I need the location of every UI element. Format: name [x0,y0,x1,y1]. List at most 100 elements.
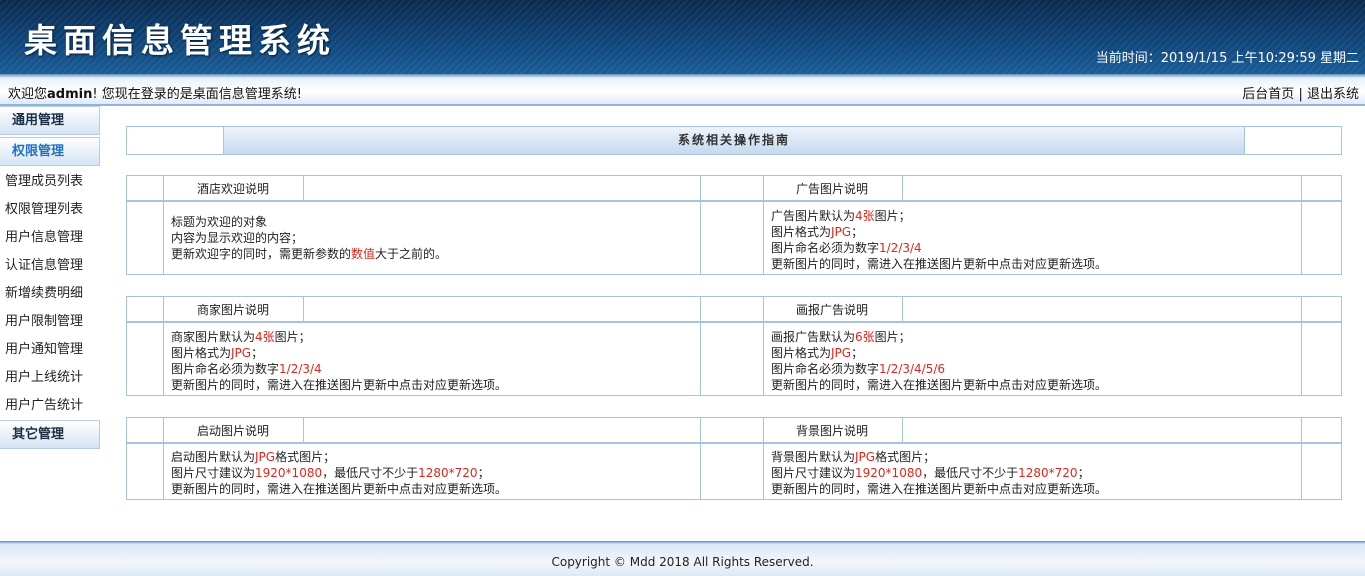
info-text: 格式图片； [275,450,336,464]
info-text: 图片命名必须为数字 [771,362,880,376]
info-line: 画报广告默认为6张图片； [771,329,1107,345]
info-line: 启动图片默认为JPG格式图片； [171,449,507,465]
sidebar-item-user-info[interactable]: 用户信息管理 [0,224,100,252]
sidebar-item-permission-list[interactable]: 权限管理列表 [0,196,100,224]
info-text: 更新图片的同时，需进入在推送图片更新中点击对应更新选项。 [171,378,508,392]
col-line [1301,176,1302,274]
sidebar: 通用管理 权限管理 管理成员列表 权限管理列表 用户信息管理 认证信息管理 新增… [0,106,100,451]
info-text: 图片尺寸建议为 [771,466,856,480]
info-line: 更新图片的同时，需进入在推送图片更新中点击对应更新选项。 [771,481,1107,497]
col-line [303,418,304,442]
logout-link[interactable]: 退出系统 [1307,87,1359,102]
header-banner: 桌面信息管理系统 当前时间：2019/1/15 上午10:29:59 星期二 [0,0,1365,74]
info-line: 内容为显示欢迎的内容； [171,230,447,246]
info-line: 图片格式为JPG； [771,224,1107,240]
block-body-left: 标题为欢迎的对象 内容为显示欢迎的内容； 更新欢迎字的同时，需更新参数的数值大于之前… [171,214,447,262]
info-line: 图片格式为JPG； [771,345,1107,361]
block-header-row [127,418,1341,444]
sidebar-item-online-stats[interactable]: 用户上线统计 [0,364,100,392]
block-body-right: 广告图片默认为4张图片； 图片格式为JPG； 图片命名必须为数字1/2/3/4 更新图… [771,208,1107,272]
info-text: 更新图片的同时，需进入在推送图片更新中点击对应更新选项。 [171,482,508,496]
info-text: 图片； [874,209,911,223]
sidebar-group-other[interactable]: 其它管理 [0,420,100,449]
info-line: 图片格式为JPG； [171,345,507,361]
info-text: 图片格式为 [771,346,832,360]
guide-header: 系统相关操作指南 [126,126,1342,155]
highlight-value: 4张 [855,209,875,223]
info-text: 图片命名必须为数字 [771,241,880,255]
highlight-value: 1280*720 [1018,466,1078,480]
block-body-right: 画报广告默认为6张图片； 图片格式为JPG； 图片命名必须为数字1/2/3/4/5/… [771,329,1107,393]
sidebar-group-permission[interactable]: 权限管理 [0,137,100,166]
app-title: 桌面信息管理系统 [24,21,336,60]
info-text: 图片； [874,330,911,344]
username: admin [47,87,93,102]
info-line: 更新欢迎字的同时，需更新参数的数值大于之前的。 [171,246,447,262]
highlight-value: JPG [231,346,252,360]
copyright: Copyright © Mdd 2018 All Rights Reserved… [551,555,814,569]
info-text: 更新图片的同时，需进入在推送图片更新中点击对应更新选项。 [771,257,1108,271]
sidebar-group-general[interactable]: 通用管理 [0,106,100,135]
col-line [902,176,903,200]
highlight-value: 1/2/3/4 [879,241,922,255]
block-title-right: 广告图片说明 [796,182,869,196]
block-title-left: 启动图片说明 [197,424,270,438]
home-link[interactable]: 后台首页 [1242,87,1294,102]
col-line [902,418,903,442]
block-body-left: 商家图片默认为4张图片； 图片格式为JPG； 图片命名必须为数字1/2/3/4 更新图… [171,329,507,393]
info-line: 商家图片默认为4张图片； [171,329,507,345]
block-title-left: 酒店欢迎说明 [197,182,270,196]
info-text: 商家图片默认为 [171,330,256,344]
col-line [303,176,304,200]
block-header-row [127,297,1341,323]
col-line [303,297,304,321]
welcome-prefix: 欢迎您 [8,87,48,102]
highlight-value: 6张 [855,330,875,344]
info-text: 更新欢迎字的同时，需更新参数的 [171,247,352,261]
info-text: ； [1077,466,1090,480]
footer: Copyright © Mdd 2018 All Rights Reserved… [0,541,1365,576]
info-text: ； [851,346,864,360]
info-text: 图片尺寸建议为 [171,466,256,480]
info-text: 广告图片默认为 [771,209,856,223]
info-line: 更新图片的同时，需进入在推送图片更新中点击对应更新选项。 [771,377,1107,393]
highlight-value: 4张 [255,330,275,344]
highlight-value: JPG [255,450,276,464]
col-line [163,176,164,274]
highlight-value: 1920*1080 [255,466,323,480]
sidebar-item-member-list[interactable]: 管理成员列表 [0,168,100,196]
highlight-value: JPG [855,450,876,464]
highlight-value: 1920*1080 [855,466,923,480]
col-line [902,297,903,321]
block-body-left: 启动图片默认为JPG格式图片； 图片尺寸建议为1920*1080，最低尺寸不少于1… [171,449,507,497]
info-line: 图片尺寸建议为1920*1080，最低尺寸不少于1280*720； [771,465,1107,481]
info-line: 图片命名必须为数字1/2/3/4 [171,361,507,377]
info-line: 图片命名必须为数字1/2/3/4/5/6 [771,361,1107,377]
welcome-text: 欢迎您admin! 您现在登录的是桌面信息管理系统! [8,83,302,102]
info-line: 广告图片默认为4张图片； [771,208,1107,224]
sidebar-item-user-limit[interactable]: 用户限制管理 [0,308,100,336]
highlight-value: 数值 [351,247,376,261]
welcome-bar: 欢迎您admin! 您现在登录的是桌面信息管理系统! 后台首页 | 退出系统 [0,74,1365,106]
info-text: ； [851,225,864,239]
sidebar-item-ad-stats[interactable]: 用户广告统计 [0,392,100,420]
info-text: 图片命名必须为数字 [171,362,280,376]
sidebar-item-user-notice[interactable]: 用户通知管理 [0,336,100,364]
info-block: 商家图片说明 画报广告说明 商家图片默认为4张图片； 图片格式为JPG； 图片命名必… [126,296,1342,396]
col-line [763,418,764,499]
welcome-suffix: ! 您现在登录的是桌面信息管理系统! [92,87,302,102]
sidebar-item-renewal[interactable]: 新增续费明细 [0,280,100,308]
col-line [163,297,164,395]
block-body-right: 背景图片默认为JPG格式图片； 图片尺寸建议为1920*1080，最低尺寸不少于1… [771,449,1107,497]
info-text: 图片； [274,330,311,344]
col-line [700,176,701,274]
top-links: 后台首页 | 退出系统 [1242,83,1359,102]
highlight-value: JPG [831,346,852,360]
sidebar-item-auth-info[interactable]: 认证信息管理 [0,252,100,280]
block-title-right: 画报广告说明 [796,303,869,317]
current-time: 当前时间：2019/1/15 上午10:29:59 星期二 [1095,51,1359,66]
info-line: 图片尺寸建议为1920*1080，最低尺寸不少于1280*720； [171,465,507,481]
info-text: 内容为显示欢迎的内容； [171,231,304,245]
info-line: 更新图片的同时，需进入在推送图片更新中点击对应更新选项。 [171,377,507,393]
link-separator: | [1298,87,1303,102]
